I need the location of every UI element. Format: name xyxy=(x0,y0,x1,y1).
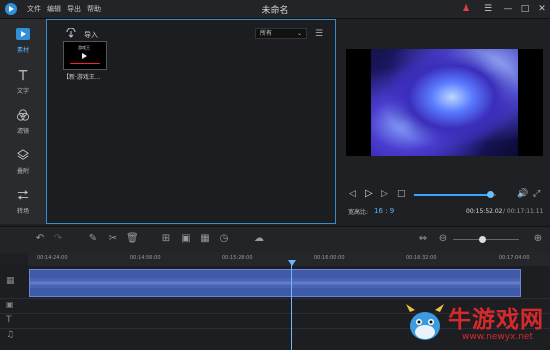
media-item-name[interactable]: 【新·游戏王... xyxy=(63,72,101,81)
play-button-icon[interactable]: ▷ xyxy=(365,188,373,199)
current-time: 00:15:52.02 xyxy=(466,208,503,215)
speed-clock-icon[interactable]: ◷ xyxy=(218,233,230,245)
sidebar-item-filter[interactable]: 滤镜 xyxy=(0,103,46,143)
media-thumbnail[interactable]: 游戏王 xyxy=(63,41,107,70)
image-track-icon: ▣ xyxy=(6,300,14,309)
play-icon xyxy=(82,53,87,59)
export-icon[interactable]: ☁ xyxy=(253,233,265,245)
text-track-icon: T xyxy=(6,315,12,325)
import-icon[interactable] xyxy=(65,28,77,38)
sidebar-item-label: 滤镜 xyxy=(16,128,29,135)
user-icon[interactable]: ♟ xyxy=(459,2,473,16)
volume-icon[interactable]: 🔊 xyxy=(517,189,528,199)
delete-trash-icon[interactable]: 🗑 xyxy=(126,233,139,245)
sidebar-item-label: 转场 xyxy=(16,208,29,215)
watermark: 牛游戏网 www.newyx.net xyxy=(404,296,550,350)
sidebar-item-label: 素材 xyxy=(16,47,29,54)
thumbnail-progress xyxy=(70,63,100,64)
undo-icon[interactable]: ↶ xyxy=(34,233,46,245)
mosaic-icon[interactable]: ▣ xyxy=(180,233,192,245)
playback-progress-handle[interactable] xyxy=(486,191,494,198)
video-track-icon: ▦ xyxy=(6,276,15,286)
aspect-ratio-value[interactable]: 16 : 9 xyxy=(374,207,394,215)
sidebar-item-transition[interactable]: 转场 xyxy=(0,183,46,223)
watermark-brand: 牛游戏网 xyxy=(448,307,544,333)
playback-progress-fill xyxy=(414,194,491,196)
zoom-out-icon[interactable]: ⊖ xyxy=(437,233,449,245)
stop-icon[interactable]: □ xyxy=(397,189,406,199)
total-time: / 00:17:11.11 xyxy=(503,208,544,215)
zoom-in-icon[interactable]: ⊕ xyxy=(532,233,544,245)
film-icon[interactable]: ▦ xyxy=(199,233,211,245)
aspect-ratio-label: 宽高比: xyxy=(348,209,369,216)
dropdown-value: 所有 xyxy=(260,30,273,37)
crop-icon[interactable]: ⊞ xyxy=(160,233,172,245)
fit-timeline-icon[interactable]: ⇔ xyxy=(417,233,429,245)
ruler-tick-label: 00:14:56:00 xyxy=(130,255,161,261)
cow-mascot-logo xyxy=(406,304,444,340)
ruler-tick-label: 00:17:04:00 xyxy=(499,255,530,261)
audio-track-icon: ♫ xyxy=(6,330,15,340)
ruler-tick-label: 00:15:28:00 xyxy=(222,255,253,261)
transition-arrows-icon xyxy=(17,190,29,200)
maximize-icon[interactable]: □ xyxy=(518,2,532,16)
ruler-tick-label: 00:16:00:00 xyxy=(314,255,345,261)
chevron-down-icon: ⌄ xyxy=(296,30,302,37)
audio-waveform xyxy=(30,278,520,288)
close-icon[interactable]: ✕ xyxy=(535,2,549,16)
text-icon xyxy=(18,70,28,81)
sidebar-item-media[interactable]: 素材 xyxy=(0,22,46,62)
cut-scissors-icon[interactable]: ✂ xyxy=(107,233,119,245)
sidebar-item-label: 文字 xyxy=(16,88,29,95)
next-frame-icon[interactable]: ▷ xyxy=(381,189,388,199)
media-play-icon xyxy=(16,28,30,40)
minimize-icon[interactable]: — xyxy=(501,2,515,16)
filter-circles-icon xyxy=(17,109,29,121)
watermark-url: www.newyx.net xyxy=(462,332,534,342)
redo-icon[interactable]: ↷ xyxy=(52,233,64,245)
ruler-tick-label: 00:16:32:00 xyxy=(406,255,437,261)
sidebar-item-overlay[interactable]: 叠附 xyxy=(0,143,46,183)
import-button[interactable]: 导入 xyxy=(84,30,98,40)
edit-pencil-icon[interactable]: ✎ xyxy=(87,233,99,245)
media-filter-dropdown[interactable]: 所有 ⌄ xyxy=(255,28,307,39)
list-view-icon[interactable]: ☰ xyxy=(315,29,323,39)
playhead-handle[interactable] xyxy=(288,260,296,266)
menu-icon[interactable]: ☰ xyxy=(481,2,495,16)
ruler-tick-label: 00:14:24:00 xyxy=(37,255,68,261)
previous-frame-icon[interactable]: ◁ xyxy=(349,189,356,199)
sidebar-item-text[interactable]: 文字 xyxy=(0,63,46,103)
timeline-playhead[interactable] xyxy=(291,260,292,350)
video-clip[interactable] xyxy=(29,269,521,297)
overlay-layers-icon xyxy=(17,149,29,160)
sidebar-item-label: 叠附 xyxy=(16,168,29,175)
video-frame xyxy=(371,49,518,156)
thumbnail-caption: 游戏王 xyxy=(78,45,90,50)
fullscreen-icon[interactable]: ⤢ xyxy=(533,189,540,199)
